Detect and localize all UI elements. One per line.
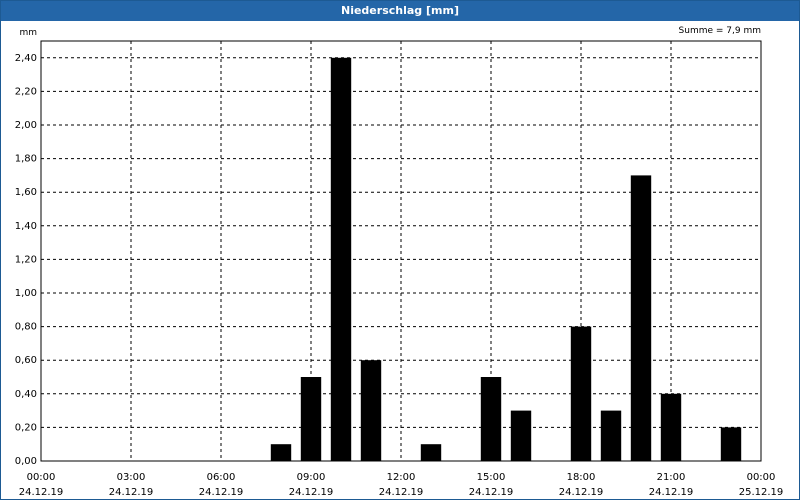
x-tick-date: 24.12.19: [109, 487, 154, 498]
y-tick-labels: 0,00 0,20 0,40 0,60 0,80 1,00 1,20 1,40 1,60 1,80…: [15, 53, 37, 467]
x-tick-time: 12:00: [387, 472, 416, 483]
x-tick-date: 24.12.19: [469, 487, 514, 498]
precip-bar: [360, 360, 382, 461]
precip-bar: [510, 410, 532, 461]
y-tick-label: 0,20: [15, 422, 37, 433]
y-tick-label: 0,40: [15, 389, 37, 400]
precip-bar: [660, 393, 682, 461]
x-tick-date: 24.12.19: [289, 487, 334, 498]
x-tick-time: 21:00: [657, 472, 686, 483]
x-tick-time: 06:00: [207, 472, 236, 483]
y-tick-label: 0,60: [15, 355, 37, 366]
x-tick-time: 09:00: [297, 472, 326, 483]
y-tick-label: 1,80: [15, 154, 37, 165]
precipitation-chart: 0,00 0,20 0,40 0,60 0,80 1,00 1,20 1,40 1,60 1,80…: [15, 26, 784, 498]
precip-bar: [480, 377, 502, 461]
precip-bar: [330, 57, 352, 462]
precip-bar: [270, 444, 292, 461]
precip-bar: [570, 326, 592, 461]
y-tick-label: 1,60: [15, 187, 37, 198]
chart-window: Niederschlag [mm] 0,00 0,20 0,40 0,60 0,80 1,…: [0, 0, 800, 500]
precip-bar: [300, 377, 322, 461]
x-tick-date: 24.12.19: [19, 487, 64, 498]
x-tick-time: 03:00: [117, 472, 146, 483]
x-tick-date: 24.12.19: [649, 487, 694, 498]
y-tick-label: 0,80: [15, 322, 37, 333]
x-tick-date: 24.12.19: [559, 487, 604, 498]
grid-lines: [41, 41, 761, 461]
y-tick-label: 2,00: [15, 120, 37, 131]
x-tick-time: 18:00: [567, 472, 596, 483]
x-tick-date: 24.12.19: [379, 487, 424, 498]
precip-bar: [720, 427, 742, 461]
x-tick-time: 00:00: [747, 472, 776, 483]
y-tick-label: 2,20: [15, 86, 37, 97]
y-tick-label: 1,00: [15, 288, 37, 299]
y-tick-label: 0,00: [15, 456, 37, 467]
x-tick-date: 25.12.19: [739, 487, 784, 498]
precip-bar: [420, 444, 442, 461]
x-tick-time: 15:00: [477, 472, 506, 483]
y-axis-unit: mm: [19, 28, 37, 38]
y-tick-label: 1,20: [15, 254, 37, 265]
sum-annotation: Summe = 7,9 mm: [679, 26, 761, 36]
y-tick-label: 2,40: [15, 53, 37, 64]
x-tick-time: 00:00: [27, 472, 56, 483]
x-tick-date: 24.12.19: [199, 487, 244, 498]
precip-bar: [600, 410, 622, 461]
x-tick-labels: 00:00 24.12.19 03:00 24.12.19 06:00 24.12.19 0…: [19, 472, 784, 498]
y-tick-label: 1,40: [15, 221, 37, 232]
precip-bar: [630, 175, 652, 461]
